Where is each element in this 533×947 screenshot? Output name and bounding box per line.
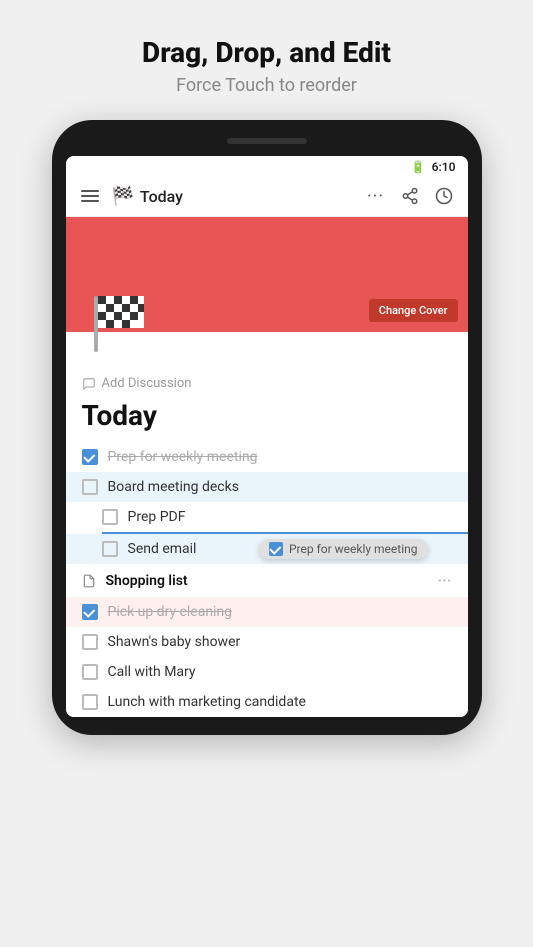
drag-ghost-checkbox <box>269 542 283 556</box>
phone-speaker <box>227 138 307 144</box>
promo-subtitle: Force Touch to reorder <box>142 75 391 96</box>
section-item[interactable]: Shopping list ··· <box>66 564 468 597</box>
promo-title: Drag, Drop, and Edit <box>142 36 391 69</box>
status-time: 6:10 <box>432 160 456 174</box>
clock-icon <box>435 187 453 205</box>
more-dots-icon: ··· <box>367 186 384 207</box>
task-text: Pick up dry cleaning <box>108 604 233 620</box>
app-bar-title: Today <box>140 187 183 206</box>
phone-screen: 🔋 6:10 🏁 Today ··· <box>66 156 468 717</box>
task-item[interactable]: Prep for weekly meeting <box>66 442 468 472</box>
doc-icon <box>82 574 96 588</box>
app-bar-actions: ··· <box>362 182 458 210</box>
task-text: Send email <box>128 541 197 557</box>
sub-task-item[interactable]: Prep PDF <box>66 502 468 532</box>
sub-task-item[interactable]: Send email Prep for weekly meeting <box>66 534 468 564</box>
task-item[interactable]: Pick up dry cleaning <box>66 597 468 627</box>
task-checkbox[interactable] <box>82 664 98 680</box>
share-icon <box>401 187 419 205</box>
task-text: Board meeting decks <box>108 479 239 495</box>
clock-button[interactable] <box>430 182 458 210</box>
task-text: Prep PDF <box>128 509 186 525</box>
change-cover-button[interactable]: Change Cover <box>369 299 458 322</box>
section-label: Shopping list <box>106 573 188 589</box>
section-more-button[interactable]: ··· <box>437 571 451 590</box>
app-bar: 🏁 Today ··· <box>66 176 468 217</box>
more-button[interactable]: ··· <box>362 182 390 210</box>
task-text: Shawn's baby shower <box>108 634 241 650</box>
drag-ghost-text: Prep for weekly meeting <box>289 542 418 556</box>
content-area: Add Discussion Today Prep for weekly mee… <box>66 332 468 717</box>
task-item[interactable]: Board meeting decks <box>66 472 468 502</box>
task-item[interactable]: Lunch with marketing candidate <box>66 687 468 717</box>
task-item[interactable]: Call with Mary <box>66 657 468 687</box>
chat-icon <box>82 377 96 391</box>
cover-area: Change Cover <box>66 217 468 332</box>
promo-header: Drag, Drop, and Edit Force Touch to reor… <box>122 0 411 120</box>
task-list: Prep for weekly meeting Board meeting de… <box>66 442 468 717</box>
flag-image <box>84 288 156 360</box>
hamburger-icon <box>81 190 99 202</box>
flag-icon: 🏁 <box>112 186 134 207</box>
status-bar: 🔋 6:10 <box>66 156 468 176</box>
task-item[interactable]: Shawn's baby shower <box>66 627 468 657</box>
task-checkbox[interactable] <box>82 694 98 710</box>
task-checkbox[interactable] <box>82 634 98 650</box>
app-bar-title-group: 🏁 Today <box>112 186 354 207</box>
task-text: Lunch with marketing candidate <box>108 694 306 710</box>
task-text: Call with Mary <box>108 664 196 680</box>
menu-button[interactable] <box>76 182 104 210</box>
task-checkbox[interactable] <box>102 509 118 525</box>
battery-icon: 🔋 <box>411 160 426 174</box>
task-checkbox[interactable] <box>102 541 118 557</box>
share-button[interactable] <box>396 182 424 210</box>
task-checkbox[interactable] <box>82 449 98 465</box>
phone-frame: 🔋 6:10 🏁 Today ··· <box>52 120 482 735</box>
drag-ghost: Prep for weekly meeting <box>259 539 428 559</box>
task-text: Prep for weekly meeting <box>108 449 258 465</box>
add-discussion-label: Add Discussion <box>102 376 192 391</box>
task-checkbox[interactable] <box>82 604 98 620</box>
page-title: Today <box>66 397 468 442</box>
task-checkbox[interactable] <box>82 479 98 495</box>
